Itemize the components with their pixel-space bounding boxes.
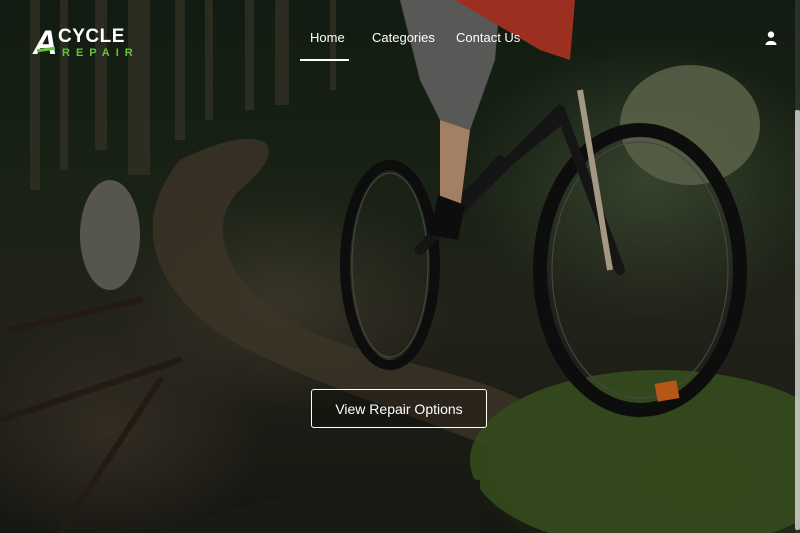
user-icon[interactable] [765,31,777,45]
nav-active-indicator [300,59,349,61]
site-logo[interactable]: A CYCLE REPAIR [33,24,133,64]
logo-letter: A [33,24,58,62]
scrollbar-thumb[interactable] [795,110,800,530]
logo-title: CYCLE [58,26,125,47]
hero-overlay [0,0,800,533]
nav-item-home[interactable]: Home [310,30,345,45]
nav-item-contact-us[interactable]: Contact Us [456,30,520,45]
site-header: A CYCLE REPAIR Home Categories Contact U… [0,0,800,75]
hero-background [0,0,800,533]
view-repair-options-button[interactable]: View Repair Options [311,389,487,428]
nav-item-categories[interactable]: Categories [372,30,435,45]
logo-subtitle: REPAIR [62,47,139,59]
